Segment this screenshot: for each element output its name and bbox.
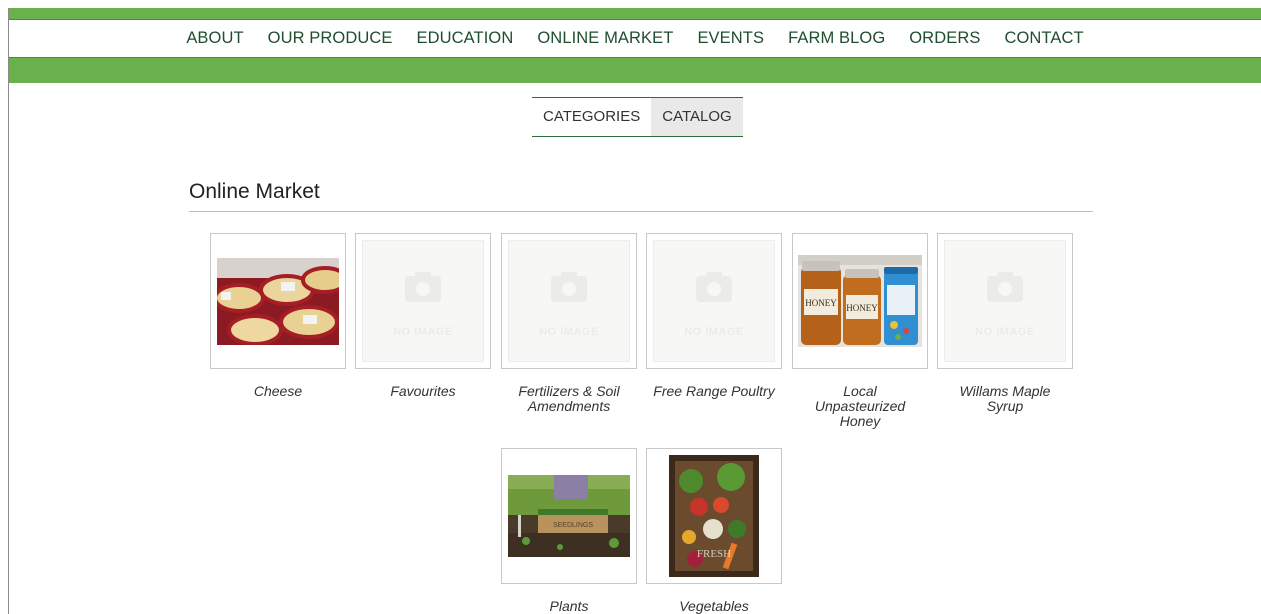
category-card-favourites[interactable]: NO IMAGE Favourites — [355, 233, 491, 399]
category-card-free-range-poultry[interactable]: NO IMAGE Free Range Poultry — [646, 233, 782, 399]
no-image-placeholder: NO IMAGE — [362, 240, 484, 362]
category-thumbnail[interactable]: FRESH — [646, 448, 782, 584]
category-label[interactable]: Willams Maple Syrup — [937, 384, 1073, 414]
category-label[interactable]: Vegetables — [646, 599, 782, 614]
svg-text:SEEDLINGS: SEEDLINGS — [553, 522, 593, 529]
no-image-text: NO IMAGE — [684, 326, 744, 338]
category-label[interactable]: Plants — [501, 599, 637, 614]
camera-icon — [551, 272, 587, 302]
camera-icon — [696, 272, 732, 302]
nav-item-orders[interactable]: ORDERS — [897, 20, 992, 57]
camera-icon — [987, 272, 1023, 302]
main-nav: ABOUT OUR PRODUCE EDUCATION ONLINE MARKE… — [9, 20, 1261, 57]
category-card-cheese[interactable]: Cheese — [210, 233, 346, 399]
category-thumbnail[interactable] — [210, 233, 346, 369]
no-image-text: NO IMAGE — [393, 326, 453, 338]
category-thumbnail[interactable]: NO IMAGE — [355, 233, 491, 369]
tab-catalog[interactable]: CATALOG — [651, 98, 743, 136]
no-image-text: NO IMAGE — [975, 326, 1035, 338]
nav-item-events[interactable]: EVENTS — [685, 20, 776, 57]
nav-item-farm-blog[interactable]: FARM BLOG — [776, 20, 897, 57]
category-card-maple-syrup[interactable]: NO IMAGE Willams Maple Syrup — [937, 233, 1073, 414]
no-image-placeholder: NO IMAGE — [508, 240, 630, 362]
page-frame-left — [8, 8, 9, 614]
category-thumbnail[interactable]: NO IMAGE — [646, 233, 782, 369]
header-top-bar — [9, 8, 1261, 19]
category-thumbnail[interactable]: NO IMAGE — [501, 233, 637, 369]
cheese-photo — [217, 257, 339, 345]
nav-item-online-market[interactable]: ONLINE MARKET — [525, 20, 685, 57]
category-thumbnail[interactable]: HONEY HONEY — [792, 233, 928, 369]
nav-item-contact[interactable]: CONTACT — [992, 20, 1095, 57]
category-label[interactable]: Cheese — [210, 384, 346, 399]
tab-categories[interactable]: CATEGORIES — [532, 98, 651, 136]
category-label[interactable]: Free Range Poultry — [646, 384, 782, 399]
svg-text:FRESH: FRESH — [697, 548, 731, 560]
view-tabs: CATEGORIES CATALOG — [532, 97, 743, 137]
no-image-text: NO IMAGE — [539, 326, 599, 338]
vegetables-photo: FRESH — [669, 455, 759, 577]
no-image-placeholder: NO IMAGE — [944, 240, 1066, 362]
nav-item-about[interactable]: ABOUT — [174, 20, 255, 57]
camera-icon — [405, 272, 441, 302]
category-label[interactable]: Favourites — [355, 384, 491, 399]
category-card-fertilizers[interactable]: NO IMAGE Fertilizers & Soil Amendments — [501, 233, 637, 414]
no-image-placeholder: NO IMAGE — [653, 240, 775, 362]
header-bottom-bar — [9, 57, 1261, 83]
category-card-vegetables[interactable]: FRESH Vegetables — [646, 448, 782, 614]
category-card-plants[interactable]: SEEDLINGS Plants — [501, 448, 637, 614]
svg-text:HONEY: HONEY — [805, 298, 837, 308]
svg-text:HONEY: HONEY — [846, 303, 878, 313]
category-card-honey[interactable]: HONEY HONEY Local Unpasteurized Honey — [792, 233, 928, 429]
category-label[interactable]: Local Unpasteurized Honey — [792, 384, 928, 429]
category-thumbnail[interactable]: SEEDLINGS — [501, 448, 637, 584]
nav-item-education[interactable]: EDUCATION — [405, 20, 526, 57]
title-divider — [189, 211, 1093, 212]
plants-photo: SEEDLINGS — [508, 475, 630, 557]
page-title: Online Market — [189, 180, 320, 203]
category-label[interactable]: Fertilizers & Soil Amendments — [501, 384, 637, 414]
nav-item-our-produce[interactable]: OUR PRODUCE — [256, 20, 405, 57]
honey-photo: HONEY HONEY — [798, 255, 922, 347]
category-thumbnail[interactable]: NO IMAGE — [937, 233, 1073, 369]
